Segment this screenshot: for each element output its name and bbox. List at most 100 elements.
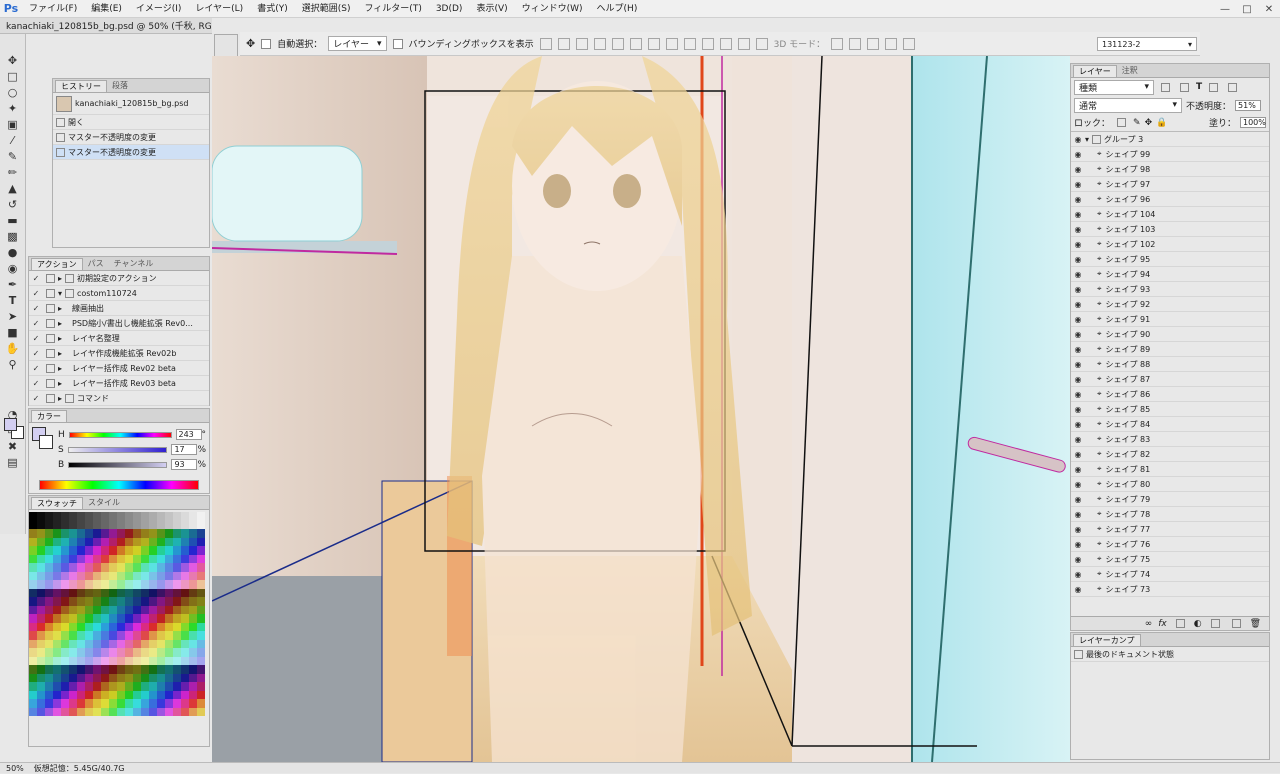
swatch-cell[interactable] — [93, 656, 101, 665]
swatch-cell[interactable] — [197, 588, 205, 597]
swatch-cell[interactable] — [125, 690, 133, 699]
swatch-cell[interactable] — [197, 699, 205, 708]
swatch-cell[interactable] — [117, 639, 125, 648]
swatch-cell[interactable] — [37, 546, 45, 555]
swatch-cell[interactable] — [189, 648, 197, 657]
check-icon[interactable]: ✓ — [29, 289, 43, 298]
swatch-cell[interactable] — [133, 597, 141, 606]
swatch-cell[interactable] — [29, 563, 37, 572]
layer-row[interactable]: ◉ ⌖ シェイプ 103 — [1071, 222, 1269, 237]
swatch-cell[interactable] — [149, 707, 157, 716]
swatch-cell[interactable] — [149, 571, 157, 580]
swatch-cell[interactable] — [101, 597, 109, 606]
swatch-cell[interactable] — [157, 665, 165, 674]
swatch-cell[interactable] — [181, 537, 189, 546]
swatch-cell[interactable] — [85, 520, 93, 529]
swatch-cell[interactable] — [157, 588, 165, 597]
swatch-cell[interactable] — [149, 639, 157, 648]
swatch-cell[interactable] — [133, 707, 141, 716]
swatch-cell[interactable] — [85, 648, 93, 657]
swatch-cell[interactable] — [77, 648, 85, 657]
swatch-cell[interactable] — [181, 571, 189, 580]
swatch-cell[interactable] — [109, 512, 117, 521]
swatch-cell[interactable] — [109, 639, 117, 648]
swatch-cell[interactable] — [141, 665, 149, 674]
swatch-cell[interactable] — [93, 512, 101, 521]
fill-input[interactable]: 100% — [1240, 117, 1266, 128]
swatch-cell[interactable] — [45, 580, 53, 589]
swatch-cell[interactable] — [69, 707, 77, 716]
swatch-cell[interactable] — [165, 580, 173, 589]
dodge-tool-icon[interactable]: ◉ — [3, 260, 23, 276]
dialog-toggle-icon[interactable] — [46, 393, 55, 403]
swatch-cell[interactable] — [77, 537, 85, 546]
brightness-input[interactable]: 93 — [171, 459, 198, 470]
swatch-cell[interactable] — [29, 690, 37, 699]
swatch-cell[interactable] — [173, 563, 181, 572]
swatch-cell[interactable] — [77, 690, 85, 699]
swatch-cell[interactable] — [37, 656, 45, 665]
swatch-cell[interactable] — [37, 648, 45, 657]
swatch-cell[interactable] — [197, 563, 205, 572]
swatch-cell[interactable] — [125, 648, 133, 657]
swatch-cell[interactable] — [125, 605, 133, 614]
check-icon[interactable]: ✓ — [29, 394, 43, 403]
swatch-cell[interactable] — [53, 656, 61, 665]
swatch-cell[interactable] — [93, 665, 101, 674]
history-brush-icon[interactable]: ↺ — [3, 196, 23, 212]
swatch-cell[interactable] — [181, 605, 189, 614]
tab-color[interactable]: カラー — [31, 410, 67, 422]
eye-icon[interactable]: ◉ — [1071, 165, 1085, 174]
action-item[interactable]: ✓ ▸ PSD縮小/書出し機能拡張 Rev0... — [29, 316, 209, 331]
swatch-cell[interactable] — [77, 622, 85, 631]
eye-icon[interactable]: ◉ — [1071, 375, 1085, 384]
swatch-cell[interactable] — [109, 690, 117, 699]
swatch-cell[interactable] — [157, 699, 165, 708]
swatch-cell[interactable] — [53, 546, 61, 555]
swatch-cell[interactable] — [45, 639, 53, 648]
swatch-grid[interactable] — [29, 512, 205, 716]
action-item[interactable]: ✓ ▸ レイヤ作成機能拡張 Rev02b — [29, 346, 209, 361]
swatch-cell[interactable] — [53, 699, 61, 708]
swatch-cell[interactable] — [117, 537, 125, 546]
eye-icon[interactable]: ◉ — [1071, 390, 1085, 399]
swatch-cell[interactable] — [117, 520, 125, 529]
swatch-cell[interactable] — [125, 673, 133, 682]
swatch-cell[interactable] — [133, 639, 141, 648]
eye-icon[interactable]: ◉ — [1071, 420, 1085, 429]
swatch-cell[interactable] — [93, 673, 101, 682]
swatch-cell[interactable] — [117, 673, 125, 682]
swatch-cell[interactable] — [37, 563, 45, 572]
minimize-icon[interactable]: — — [1214, 0, 1236, 18]
swatch-cell[interactable] — [37, 639, 45, 648]
swatch-cell[interactable] — [109, 546, 117, 555]
swatch-cell[interactable] — [165, 665, 173, 674]
swatch-cell[interactable] — [197, 554, 205, 563]
swatch-cell[interactable] — [141, 571, 149, 580]
swatch-cell[interactable] — [69, 648, 77, 657]
swatch-cell[interactable] — [69, 639, 77, 648]
swatch-cell[interactable] — [29, 580, 37, 589]
swatch-cell[interactable] — [125, 665, 133, 674]
swatch-cell[interactable] — [197, 656, 205, 665]
swatch-cell[interactable] — [125, 682, 133, 691]
swatch-cell[interactable] — [133, 563, 141, 572]
check-icon[interactable]: ✓ — [29, 304, 43, 313]
swatch-cell[interactable] — [61, 554, 69, 563]
auto-select-dropdown[interactable]: レイヤー ▾ — [328, 36, 387, 51]
swatch-cell[interactable] — [61, 665, 69, 674]
swatch-cell[interactable] — [53, 707, 61, 716]
color-picker[interactable] — [4, 418, 24, 440]
swatch-cell[interactable] — [141, 614, 149, 623]
swatch-cell[interactable] — [181, 588, 189, 597]
swatch-cell[interactable] — [77, 563, 85, 572]
swatch-cell[interactable] — [37, 707, 45, 716]
swatch-cell[interactable] — [149, 622, 157, 631]
swatch-cell[interactable] — [125, 554, 133, 563]
swatch-cell[interactable] — [125, 571, 133, 580]
filter-pixel-icon[interactable] — [1161, 82, 1170, 92]
distribute-middle-icon[interactable] — [665, 37, 678, 50]
eye-icon[interactable]: ◉ — [1071, 585, 1085, 594]
swatch-cell[interactable] — [77, 707, 85, 716]
swatch-cell[interactable] — [141, 648, 149, 657]
